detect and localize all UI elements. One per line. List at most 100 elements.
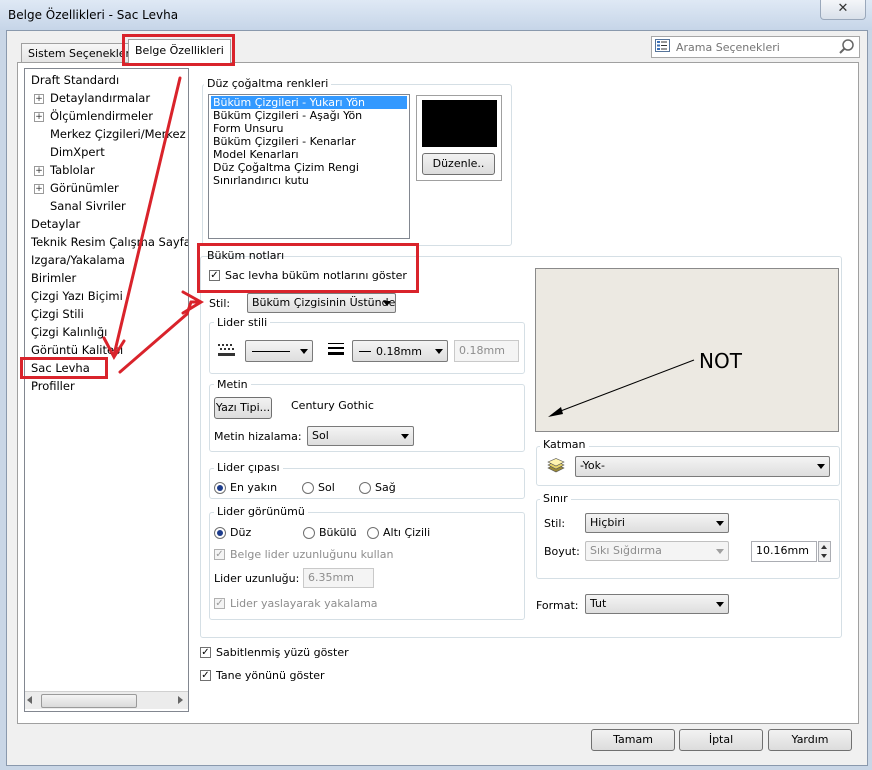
list-item[interactable]: Sınırlandırıcı kutu bbox=[211, 174, 311, 187]
leader-bent-label: Bükülü bbox=[319, 526, 357, 539]
expand-plus-icon[interactable]: + bbox=[34, 184, 44, 194]
anchor-right-radio[interactable] bbox=[359, 482, 371, 494]
list-item[interactable]: Model Kenarları bbox=[211, 148, 301, 161]
tree-item-virtual-sharps[interactable]: Sanal Sivriler bbox=[50, 197, 126, 215]
border-size-label: Boyut: bbox=[544, 545, 580, 558]
bend-notes-style-value: Büküm Çizgisinin Üstünde bbox=[252, 296, 396, 309]
chevron-down-icon bbox=[716, 521, 724, 526]
format-label: Format: bbox=[536, 599, 579, 612]
leader-length-field[interactable]: 6.35mm bbox=[303, 568, 374, 588]
layer-dropdown[interactable]: -Yok- bbox=[575, 456, 830, 477]
text-align-label: Metin hizalama: bbox=[214, 430, 302, 443]
edit-color-button[interactable]: Düzenle.. bbox=[422, 153, 495, 175]
tree-item-annotations[interactable]: Detaylandırmalar bbox=[50, 89, 150, 107]
chevron-down-icon bbox=[716, 602, 724, 607]
expand-plus-icon[interactable]: + bbox=[34, 166, 44, 176]
leader-underlined-label: Altı Çizili bbox=[383, 526, 431, 539]
leader-underlined-radio[interactable] bbox=[367, 527, 379, 539]
spin-down-icon[interactable] bbox=[821, 554, 827, 558]
use-doc-leader-length-label: Belge lider uzunluğunu kullan bbox=[230, 548, 394, 561]
leader-straight-label: Düz bbox=[230, 526, 252, 539]
anchor-nearest-radio[interactable] bbox=[214, 482, 226, 494]
tree-item-dimensions[interactable]: Ölçümlendirmeler bbox=[50, 107, 153, 125]
font-name: Century Gothic bbox=[291, 399, 374, 412]
list-item[interactable]: Form Unsuru bbox=[211, 122, 285, 135]
tree-item-drawing-sheets[interactable]: Teknik Resim Çalışma Sayfası bbox=[31, 233, 188, 251]
tab-highlight bbox=[122, 34, 235, 66]
color-swatch bbox=[422, 100, 497, 147]
list-item[interactable]: Büküm Çizgileri - Yukarı Yön bbox=[211, 96, 407, 109]
options-list-icon bbox=[655, 39, 670, 52]
bend-notes-style-dropdown[interactable]: Büküm Çizgisinin Üstünde bbox=[247, 293, 396, 313]
ok-button[interactable]: Tamam bbox=[591, 729, 675, 751]
chevron-down-icon bbox=[401, 434, 409, 439]
chevron-down-icon bbox=[300, 349, 308, 354]
preview-note-text: NOT bbox=[699, 349, 742, 373]
settings-tree: Draft Standardı + Detaylandırmalar + Ölç… bbox=[24, 68, 189, 712]
scroll-left-icon[interactable] bbox=[27, 696, 32, 704]
anchor-nearest-label: En yakın bbox=[230, 481, 278, 494]
tree-item-dimxpert[interactable]: DimXpert bbox=[50, 143, 105, 161]
line-style-dropdown[interactable] bbox=[245, 340, 313, 362]
tree-item-line-thickness[interactable]: Çizgi Kalınlığı bbox=[31, 323, 107, 341]
tree-item-views[interactable]: Görünümler bbox=[50, 179, 119, 197]
tree-item-profiles[interactable]: Profiller bbox=[31, 377, 75, 395]
search-input[interactable] bbox=[674, 38, 838, 56]
tree-item-centerlines[interactable]: Merkez Çizgileri/Merkez İş bbox=[50, 125, 188, 143]
tree-item-detailing[interactable]: Detaylar bbox=[31, 215, 80, 233]
use-doc-leader-length-checkbox[interactable]: ✓ bbox=[214, 549, 225, 560]
format-value: Tut bbox=[590, 597, 607, 610]
tree-item-grid-snap[interactable]: Izgara/Yakalama bbox=[31, 251, 125, 269]
search-box[interactable] bbox=[651, 36, 860, 58]
tree-item-tables[interactable]: Tablolar bbox=[50, 161, 95, 179]
border-size-spinner[interactable] bbox=[818, 541, 831, 562]
show-bend-notes-checkbox[interactable]: ✓ bbox=[209, 270, 220, 281]
colors-list[interactable]: Büküm Çizgileri - Yukarı Yön Büküm Çizgi… bbox=[208, 94, 410, 239]
help-button[interactable]: Yardım bbox=[768, 729, 852, 751]
text-align-dropdown[interactable]: Sol bbox=[307, 426, 414, 446]
list-item[interactable]: Düz Çoğaltma Çizim Rengi bbox=[211, 161, 361, 174]
line-thickness-dropdown[interactable]: 0.18mm bbox=[352, 340, 448, 362]
color-swatch-frame: Düzenle.. bbox=[416, 95, 502, 181]
tree-horizontal-scrollbar[interactable] bbox=[25, 691, 188, 709]
line-thickness-custom-field[interactable]: 0.18mm bbox=[454, 340, 519, 362]
anchor-right-label: Sağ bbox=[375, 481, 396, 494]
border-size-dropdown[interactable]: Sıkı Sığdırma bbox=[585, 541, 729, 561]
tree-item-line-style[interactable]: Çizgi Stili bbox=[31, 305, 84, 323]
anchor-left-radio[interactable] bbox=[302, 482, 314, 494]
layer-icon bbox=[547, 458, 565, 473]
cancel-button[interactable]: İptal bbox=[679, 729, 763, 751]
show-grain-checkbox[interactable]: ✓ bbox=[200, 670, 211, 681]
leader-bent-radio[interactable] bbox=[303, 527, 315, 539]
scroll-right-icon[interactable] bbox=[178, 696, 183, 704]
show-fixed-face-checkbox[interactable]: ✓ bbox=[200, 647, 211, 658]
close-button[interactable]: ✕ bbox=[820, 0, 866, 20]
leader-snap-checkbox[interactable]: ✓ bbox=[214, 598, 225, 609]
window-title: Belge Özellikleri - Sac Levha bbox=[8, 8, 179, 22]
line-sample bbox=[252, 351, 290, 352]
format-dropdown[interactable]: Tut bbox=[585, 594, 729, 614]
search-icon[interactable] bbox=[838, 38, 856, 55]
leader-style-title: Lider stili bbox=[214, 316, 271, 329]
tree-item-draft-standard[interactable]: Draft Standardı bbox=[31, 71, 119, 89]
tree-item-line-font[interactable]: Çizgi Yazı Biçimi bbox=[31, 287, 123, 305]
list-item[interactable]: Büküm Çizgileri - Kenarlar bbox=[211, 135, 358, 148]
text-align-value: Sol bbox=[312, 429, 329, 442]
leader-display-title: Lider görünümü bbox=[214, 505, 308, 518]
tree-item-units[interactable]: Birimler bbox=[31, 269, 76, 287]
line-style-icon bbox=[218, 344, 235, 356]
expand-plus-icon[interactable]: + bbox=[34, 112, 44, 122]
scrollbar-thumb[interactable] bbox=[41, 694, 137, 708]
font-button[interactable]: Yazı Tipi... bbox=[214, 397, 272, 419]
border-style-dropdown[interactable]: Hiçbiri bbox=[585, 513, 729, 533]
bend-notes-style-label: Stil: bbox=[209, 297, 231, 310]
show-grain-label: Tane yönünü göster bbox=[216, 669, 325, 682]
leader-straight-radio[interactable] bbox=[214, 527, 226, 539]
expand-plus-icon[interactable]: + bbox=[34, 94, 44, 104]
note-preview: NOT bbox=[535, 268, 839, 432]
leader-snap-label: Lider yaslayarak yakalama bbox=[230, 597, 378, 610]
leader-arrow-icon bbox=[548, 359, 695, 417]
border-size-number-field[interactable]: 10.16mm bbox=[751, 541, 817, 562]
spin-up-icon[interactable] bbox=[821, 545, 827, 549]
list-item[interactable]: Büküm Çizgileri - Aşağı Yön bbox=[211, 109, 364, 122]
